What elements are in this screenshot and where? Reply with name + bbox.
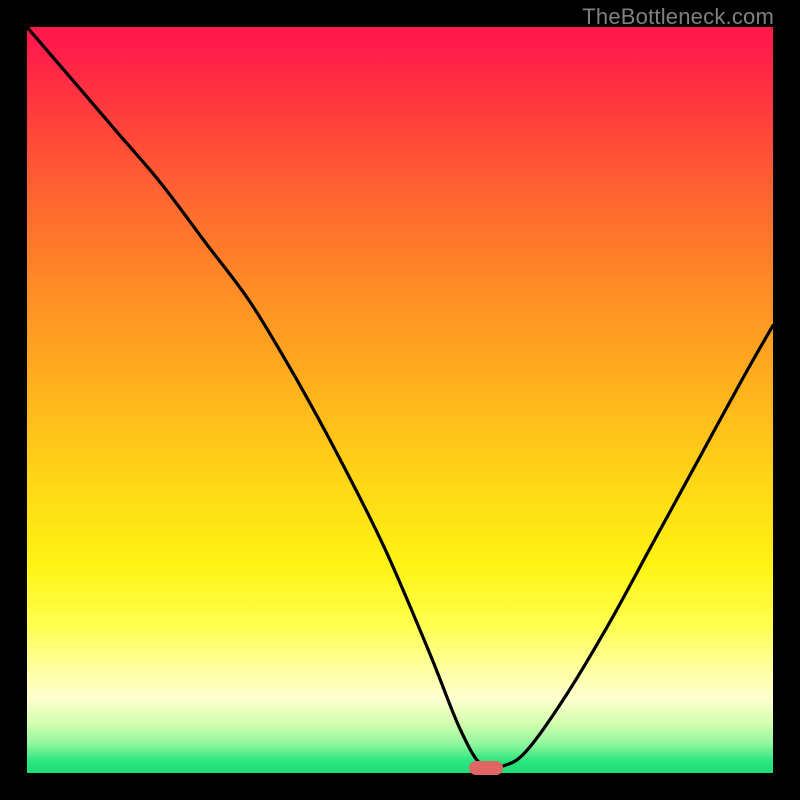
- plot-area: [27, 27, 773, 773]
- optimum-marker: [469, 761, 503, 775]
- chart-stage: TheBottleneck.com: [0, 0, 800, 800]
- bottleneck-curve: [27, 27, 773, 773]
- curve-path: [27, 27, 773, 769]
